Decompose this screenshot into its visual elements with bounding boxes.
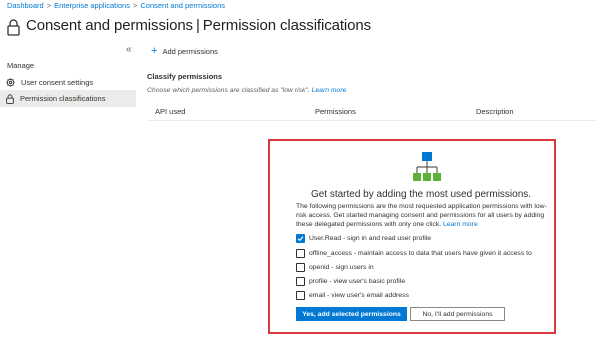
option-label: User.Read - sign in and read user profil… [309,234,432,242]
option-label: email - view user's email address [309,291,409,299]
permission-option-profile[interactable]: profile - view user's basic profile [296,276,405,286]
breadcrumb-enterprise-apps[interactable]: Enterprise applications [54,1,130,10]
hierarchy-icon [413,152,441,181]
sidebar-item-permission-classifications[interactable]: Permission classifications [0,90,136,107]
collapse-icon[interactable]: « [126,44,132,55]
column-header-api[interactable]: API used [155,107,185,116]
option-label: profile - view user's basic profile [309,277,406,285]
section-title: Classify permissions [147,72,223,81]
section-description: Choose which permissions are classified … [147,87,347,94]
option-label: openid - sign users in [309,263,374,271]
lock-icon [6,93,14,104]
learn-more-link[interactable]: Learn more [312,87,347,94]
breadcrumb-separator: > [132,1,138,10]
breadcrumb-consent[interactable]: Consent and permissions [140,1,225,10]
lock-icon [7,18,20,36]
gear-icon [6,78,15,87]
column-header-description[interactable]: Description [476,107,514,116]
plus-icon: + [151,45,158,57]
checkbox[interactable] [296,290,305,300]
permission-option-offline-access[interactable]: offline_access - maintain access to data… [296,248,532,258]
breadcrumb-dashboard[interactable]: Dashboard [7,1,44,10]
page-header: Consent and permissions | Permission class… [7,13,371,37]
sidebar: « Manage User consent settings Permissio… [0,44,136,347]
empty-state-description: The following permissions are the most r… [296,203,547,228]
table-header: API used Permissions Description [147,102,597,121]
checkbox[interactable] [296,248,305,258]
option-label: offline_access - maintain access to data… [309,249,532,257]
add-permissions-manually-button[interactable]: No, I'll add permissions [410,307,505,321]
sidebar-item-label: User consent settings [21,78,94,87]
add-permissions-label: Add permissions [162,47,218,56]
breadcrumb: Dashboard > Enterprise applications > Consen… [7,1,225,10]
add-permissions-button[interactable]: + Add permissions [151,46,218,57]
add-selected-permissions-button[interactable]: Yes, add selected permissions [296,307,407,321]
sidebar-item-label: Permission classifications [20,94,106,103]
permission-option-email[interactable]: email - view user's email address [296,290,409,300]
sidebar-section-label: Manage [7,61,35,70]
page-subtitle: Permission classifications [202,16,372,34]
checkbox[interactable] [296,233,305,243]
checkmark-icon [297,235,304,241]
permission-option-user-read[interactable]: User.Read - sign in and read user profil… [296,233,431,243]
breadcrumb-separator: > [46,1,52,10]
empty-state-title: Get started by adding the most used perm… [310,189,532,200]
page-title: Consent and permissions | Permission class… [26,16,372,34]
checkbox[interactable] [296,276,305,286]
column-header-permissions[interactable]: Permissions [315,107,356,116]
sidebar-item-user-consent-settings[interactable]: User consent settings [0,74,136,91]
permission-option-openid[interactable]: openid - sign users in [296,262,374,272]
empty-state-learn-more-link[interactable]: Learn more [443,221,478,228]
checkbox[interactable] [296,262,305,272]
